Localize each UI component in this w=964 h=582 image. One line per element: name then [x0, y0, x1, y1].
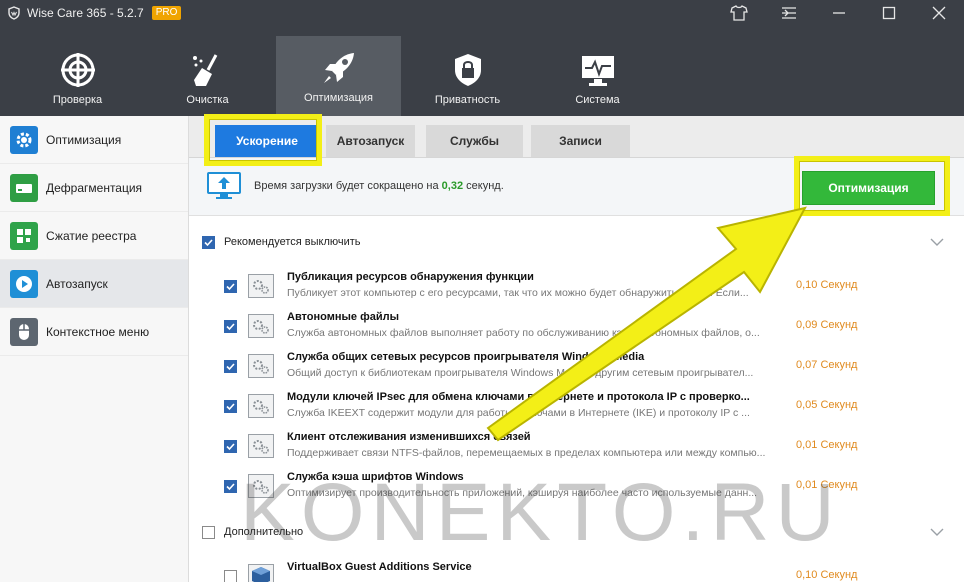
- monitor-icon: [578, 50, 618, 90]
- nav-label: Оптимизация: [304, 92, 373, 104]
- item-checkbox[interactable]: [224, 360, 237, 373]
- section-label: Дополнительно: [224, 526, 304, 538]
- service-description: Публикует этот компьютер с его ресурсами…: [287, 287, 749, 299]
- tab-services[interactable]: Службы: [426, 125, 523, 157]
- rocket-icon: [319, 48, 359, 88]
- service-description: Служба IKEEXT содержит модули для работы…: [287, 407, 750, 419]
- play-icon: [10, 269, 38, 298]
- nav-item-clean[interactable]: Очистка: [145, 38, 270, 116]
- sidebar: Оптимизация Дефрагментация Сжатие реестр…: [0, 116, 189, 582]
- service-gear-icon: [248, 314, 274, 338]
- button-highlight-frame: [794, 156, 950, 216]
- service-time: 0,07 Секунд: [796, 359, 858, 371]
- nav-label: Приватность: [434, 94, 501, 106]
- service-description: Общий доступ к библиотекам проигрывателя…: [287, 367, 754, 379]
- service-name: Модули ключей IPsec для обмена ключами в…: [287, 391, 750, 403]
- item-checkbox[interactable]: [224, 280, 237, 293]
- virtualbox-icon: [248, 564, 274, 582]
- app-logo-icon: [7, 6, 21, 20]
- main-navigation: Проверка Очистка Оптимизация Приватность…: [0, 26, 964, 116]
- nav-item-system[interactable]: Система: [535, 38, 660, 116]
- list-item: Автономные файлы Служба автономных файло…: [189, 306, 964, 346]
- broom-icon: [188, 50, 228, 90]
- service-gear-icon: [248, 474, 274, 498]
- sidebar-item-label: Автозапуск: [46, 276, 108, 291]
- lock-icon: [448, 50, 488, 90]
- service-time: 0,01 Секунд: [796, 479, 858, 491]
- item-checkbox[interactable]: [224, 570, 237, 582]
- service-name: Клиент отслеживания изменившихся связей: [287, 431, 531, 443]
- blocks-icon: [10, 221, 38, 250]
- sidebar-item-label: Контекстное меню: [46, 324, 150, 339]
- section-label: Рекомендуется выключить: [224, 236, 361, 248]
- service-description: Поддерживает связи NTFS-файлов, перемеща…: [287, 447, 766, 459]
- section-additional-checkbox[interactable]: [202, 525, 215, 539]
- tab-records[interactable]: Записи: [531, 125, 630, 157]
- chevron-down-icon[interactable]: [930, 525, 944, 539]
- service-time: 0,09 Секунд: [796, 319, 858, 331]
- sidebar-item-defrag[interactable]: Дефрагментация: [0, 164, 188, 212]
- list-item: Публикация ресурсов обнаружения функции …: [189, 266, 964, 306]
- nav-label: Проверка: [52, 94, 103, 106]
- boot-time-value: 0,32: [441, 180, 464, 192]
- nav-label: Очистка: [186, 94, 229, 106]
- section-additional: Дополнительно: [189, 518, 964, 546]
- service-description: Служба автономных файлов выполняет работ…: [287, 327, 760, 339]
- mouse-icon: [10, 317, 38, 346]
- sidebar-item-label: Дефрагментация: [46, 180, 143, 195]
- minimize-icon[interactable]: [814, 0, 864, 26]
- service-description: Оптимизирует производительность приложен…: [287, 487, 758, 499]
- service-name: Публикация ресурсов обнаружения функции: [287, 271, 534, 283]
- service-gear-icon: [248, 354, 274, 378]
- window-title: Wise Care 365 - 5.2.7: [27, 6, 144, 20]
- gear-icon: [10, 125, 38, 154]
- chevron-down-icon[interactable]: [930, 235, 944, 249]
- item-checkbox[interactable]: [224, 440, 237, 453]
- sidebar-item-autostart[interactable]: Автозапуск: [0, 260, 188, 308]
- sidebar-item-optimization[interactable]: Оптимизация: [0, 116, 188, 164]
- service-gear-icon: [248, 394, 274, 418]
- sidebar-item-label: Сжатие реестра: [46, 228, 137, 243]
- list-item: Клиент отслеживания изменившихся связей …: [189, 426, 964, 466]
- list-item: Служба кэша шрифтов Windows Оптимизирует…: [189, 466, 964, 506]
- sidebar-item-registry[interactable]: Сжатие реестра: [0, 212, 188, 260]
- item-checkbox[interactable]: [224, 320, 237, 333]
- nav-item-check[interactable]: Проверка: [15, 38, 140, 116]
- service-name: Служба кэша шрифтов Windows: [287, 471, 464, 483]
- sidebar-item-label: Оптимизация: [46, 132, 122, 147]
- disk-icon: [10, 173, 38, 202]
- service-gear-icon: [248, 434, 274, 458]
- list-item: Модули ключей IPsec для обмена ключами в…: [189, 386, 964, 426]
- service-time: 0,10 Секунд: [796, 279, 858, 291]
- service-name: Автономные файлы: [287, 311, 399, 323]
- section-recommended-checkbox[interactable]: [202, 235, 215, 249]
- pro-badge: PRO: [151, 6, 182, 20]
- item-checkbox[interactable]: [224, 480, 237, 493]
- service-time: 0,10 Секунд: [796, 569, 858, 581]
- boot-time-message: Время загрузки будет сокращено на 0,32 с…: [254, 180, 504, 192]
- list-item: Служба общих сетевых ресурсов проигрыват…: [189, 346, 964, 386]
- list-item: VirtualBox Guest Additions Service 0,10 …: [189, 556, 964, 582]
- service-name: Служба общих сетевых ресурсов проигрыват…: [287, 351, 645, 363]
- item-checkbox[interactable]: [224, 400, 237, 413]
- service-gear-icon: [248, 274, 274, 298]
- menu-icon[interactable]: [764, 0, 814, 26]
- nav-item-optimization[interactable]: Оптимизация: [276, 36, 401, 116]
- tab-autostart[interactable]: Автозапуск: [326, 125, 415, 157]
- section-recommended: Рекомендуется выключить: [189, 228, 964, 256]
- nav-item-privacy[interactable]: Приватность: [405, 38, 530, 116]
- title-bar: Wise Care 365 - 5.2.7 PRO: [0, 0, 964, 26]
- service-time: 0,01 Секунд: [796, 439, 858, 451]
- radar-icon: [58, 50, 98, 90]
- upload-monitor-icon: [207, 172, 241, 200]
- nav-label: Система: [575, 94, 620, 106]
- close-icon[interactable]: [914, 0, 964, 26]
- maximize-icon[interactable]: [864, 0, 914, 26]
- tab-highlight-frame: [204, 114, 322, 166]
- service-time: 0,05 Секунд: [796, 399, 858, 411]
- service-name: VirtualBox Guest Additions Service: [287, 561, 472, 573]
- tshirt-icon[interactable]: [714, 0, 764, 26]
- sidebar-item-context-menu[interactable]: Контекстное меню: [0, 308, 188, 356]
